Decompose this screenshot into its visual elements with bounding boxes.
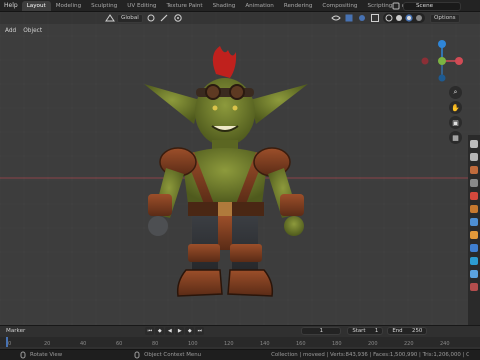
particles-icon[interactable] [470,257,478,265]
tab-modeling[interactable]: Modeling [51,1,86,11]
rotate-view-hint: Rotate View [30,352,63,358]
ruler-tick-label: 180 [332,341,342,347]
navigation-gizmo[interactable] [419,38,465,84]
goblin-character-model[interactable] [96,44,356,308]
end-label: End [392,327,403,334]
next-keyframe-icon[interactable]: ◆ [185,326,195,335]
end-value: 250 [412,327,423,334]
start-frame-field[interactable]: Start 1 [347,326,384,335]
physics-icon[interactable] [470,270,478,278]
output-icon[interactable] [470,166,478,174]
scene-selector: Scene [392,0,461,12]
material-icon[interactable] [470,283,478,291]
play-reverse-icon[interactable]: ◀ [165,326,175,335]
xray-icon[interactable] [370,13,380,23]
neg-x-axis-handle[interactable] [421,57,429,65]
tool-icon[interactable] [470,140,478,148]
context-menu-hint: Object Context Menu [144,352,202,358]
zoom-icon[interactable]: ⌕ [449,86,462,99]
ruler-tick-label: 60 [116,341,122,347]
ruler-tick-label: 120 [224,341,234,347]
world-icon[interactable] [470,205,478,213]
z-axis-handle[interactable] [438,40,446,48]
view-layer-icon[interactable] [470,179,478,187]
prev-keyframe-icon[interactable]: ◆ [155,326,165,335]
grid-perspective-icon[interactable]: ▦ [449,131,462,144]
pivot-point-icon[interactable] [146,13,156,23]
ruler-tick-label: 220 [404,341,414,347]
object-props-icon[interactable] [470,231,478,239]
help-menu[interactable]: Help [0,2,22,9]
tab-animation[interactable]: Animation [240,1,279,11]
scene-props-icon[interactable] [470,192,478,200]
neg-z-axis-handle[interactable] [438,74,446,82]
shading-mode-group [382,13,425,23]
visibility-icon[interactable] [331,13,341,23]
tab-uv-editing[interactable]: UV Editing [122,1,161,11]
jump-start-icon[interactable]: ⏮ [145,326,155,335]
mouse-right-icon [134,351,140,359]
material-shading-icon[interactable] [405,14,413,22]
ruler-tick-label: 80 [152,341,158,347]
timeline-ruler[interactable]: 0 20 40 60 80 100 120 140 160 180 200 220 240 [0,337,480,347]
wireframe-shading-icon[interactable] [385,14,393,22]
viewport-nav-buttons: ⌕ ✋ ▣ ▦ [446,86,464,146]
x-axis-handle[interactable] [455,57,463,65]
jump-end-icon[interactable]: ⏭ [195,326,205,335]
end-frame-field[interactable]: End 250 [387,326,428,335]
proportional-editing-icon[interactable] [173,13,183,23]
snap-icon[interactable] [159,13,169,23]
rendered-shading-icon[interactable] [415,14,423,22]
timeline-header: Marker ⏮ ◆ ◀ ▶ ◆ ⏭ 1 Start 1 End 250 [0,325,480,336]
y-axis-handle[interactable] [438,57,446,65]
ruler-tick-label: 140 [260,341,270,347]
ruler-tick-label: 100 [188,341,198,347]
tab-compositing[interactable]: Compositing [317,1,362,11]
ruler-tick-label: 200 [368,341,378,347]
gizmo-toggle-icon[interactable] [344,13,354,23]
pan-hand-icon[interactable]: ✋ [449,101,462,114]
play-icon[interactable]: ▶ [175,326,185,335]
viewport-menu-row: Add Object [0,26,44,36]
scene-icon [392,2,400,10]
mouse-middle-icon [20,351,26,359]
ruler-tick-label: 40 [80,341,86,347]
current-frame-field[interactable]: 1 [301,326,342,335]
status-bar: Rotate View Object Context Menu Collecti… [0,349,480,360]
ruler-tick-label: 20 [44,341,50,347]
playback-controls: ⏮ ◆ ◀ ▶ ◆ ⏭ [145,326,205,335]
tab-layout[interactable]: Layout [21,0,51,11]
scene-name-field[interactable]: Scene [403,1,461,11]
tab-texture-paint[interactable]: Texture Paint [161,1,207,11]
transform-orientation-icon [105,14,115,22]
tab-shading[interactable]: Shading [208,1,241,11]
render-icon[interactable] [470,153,478,161]
start-label: Start [352,327,366,334]
collection-icon[interactable] [470,218,478,226]
tab-sculpting[interactable]: Sculpting [86,1,122,11]
playhead[interactable] [6,337,8,347]
marker-menu[interactable]: Marker [6,328,25,334]
camera-icon[interactable]: ▣ [449,116,462,129]
add-menu[interactable]: Add [3,28,18,34]
start-value: 1 [374,327,379,334]
modifiers-icon[interactable] [470,244,478,252]
tab-rendering[interactable]: Rendering [279,1,318,11]
options-wrap: Options [430,14,460,23]
transform-orientation-dropdown[interactable]: Global [117,13,143,23]
viewport-header: Global [0,12,480,24]
solid-shading-icon[interactable] [395,14,403,22]
object-menu[interactable]: Object [21,28,44,34]
scene-statistics: Collection | moveed | Verts:843,936 | Fa… [271,352,470,358]
frame-range: Start 1 End 250 [347,326,428,335]
options-dropdown[interactable]: Options [430,14,460,23]
overlays-icon[interactable] [357,13,367,23]
ruler-tick-label: 240 [440,341,450,347]
properties-tab-strip [468,135,480,325]
ruler-tick-label: 0 [8,341,11,347]
ruler-tick-label: 160 [296,341,306,347]
